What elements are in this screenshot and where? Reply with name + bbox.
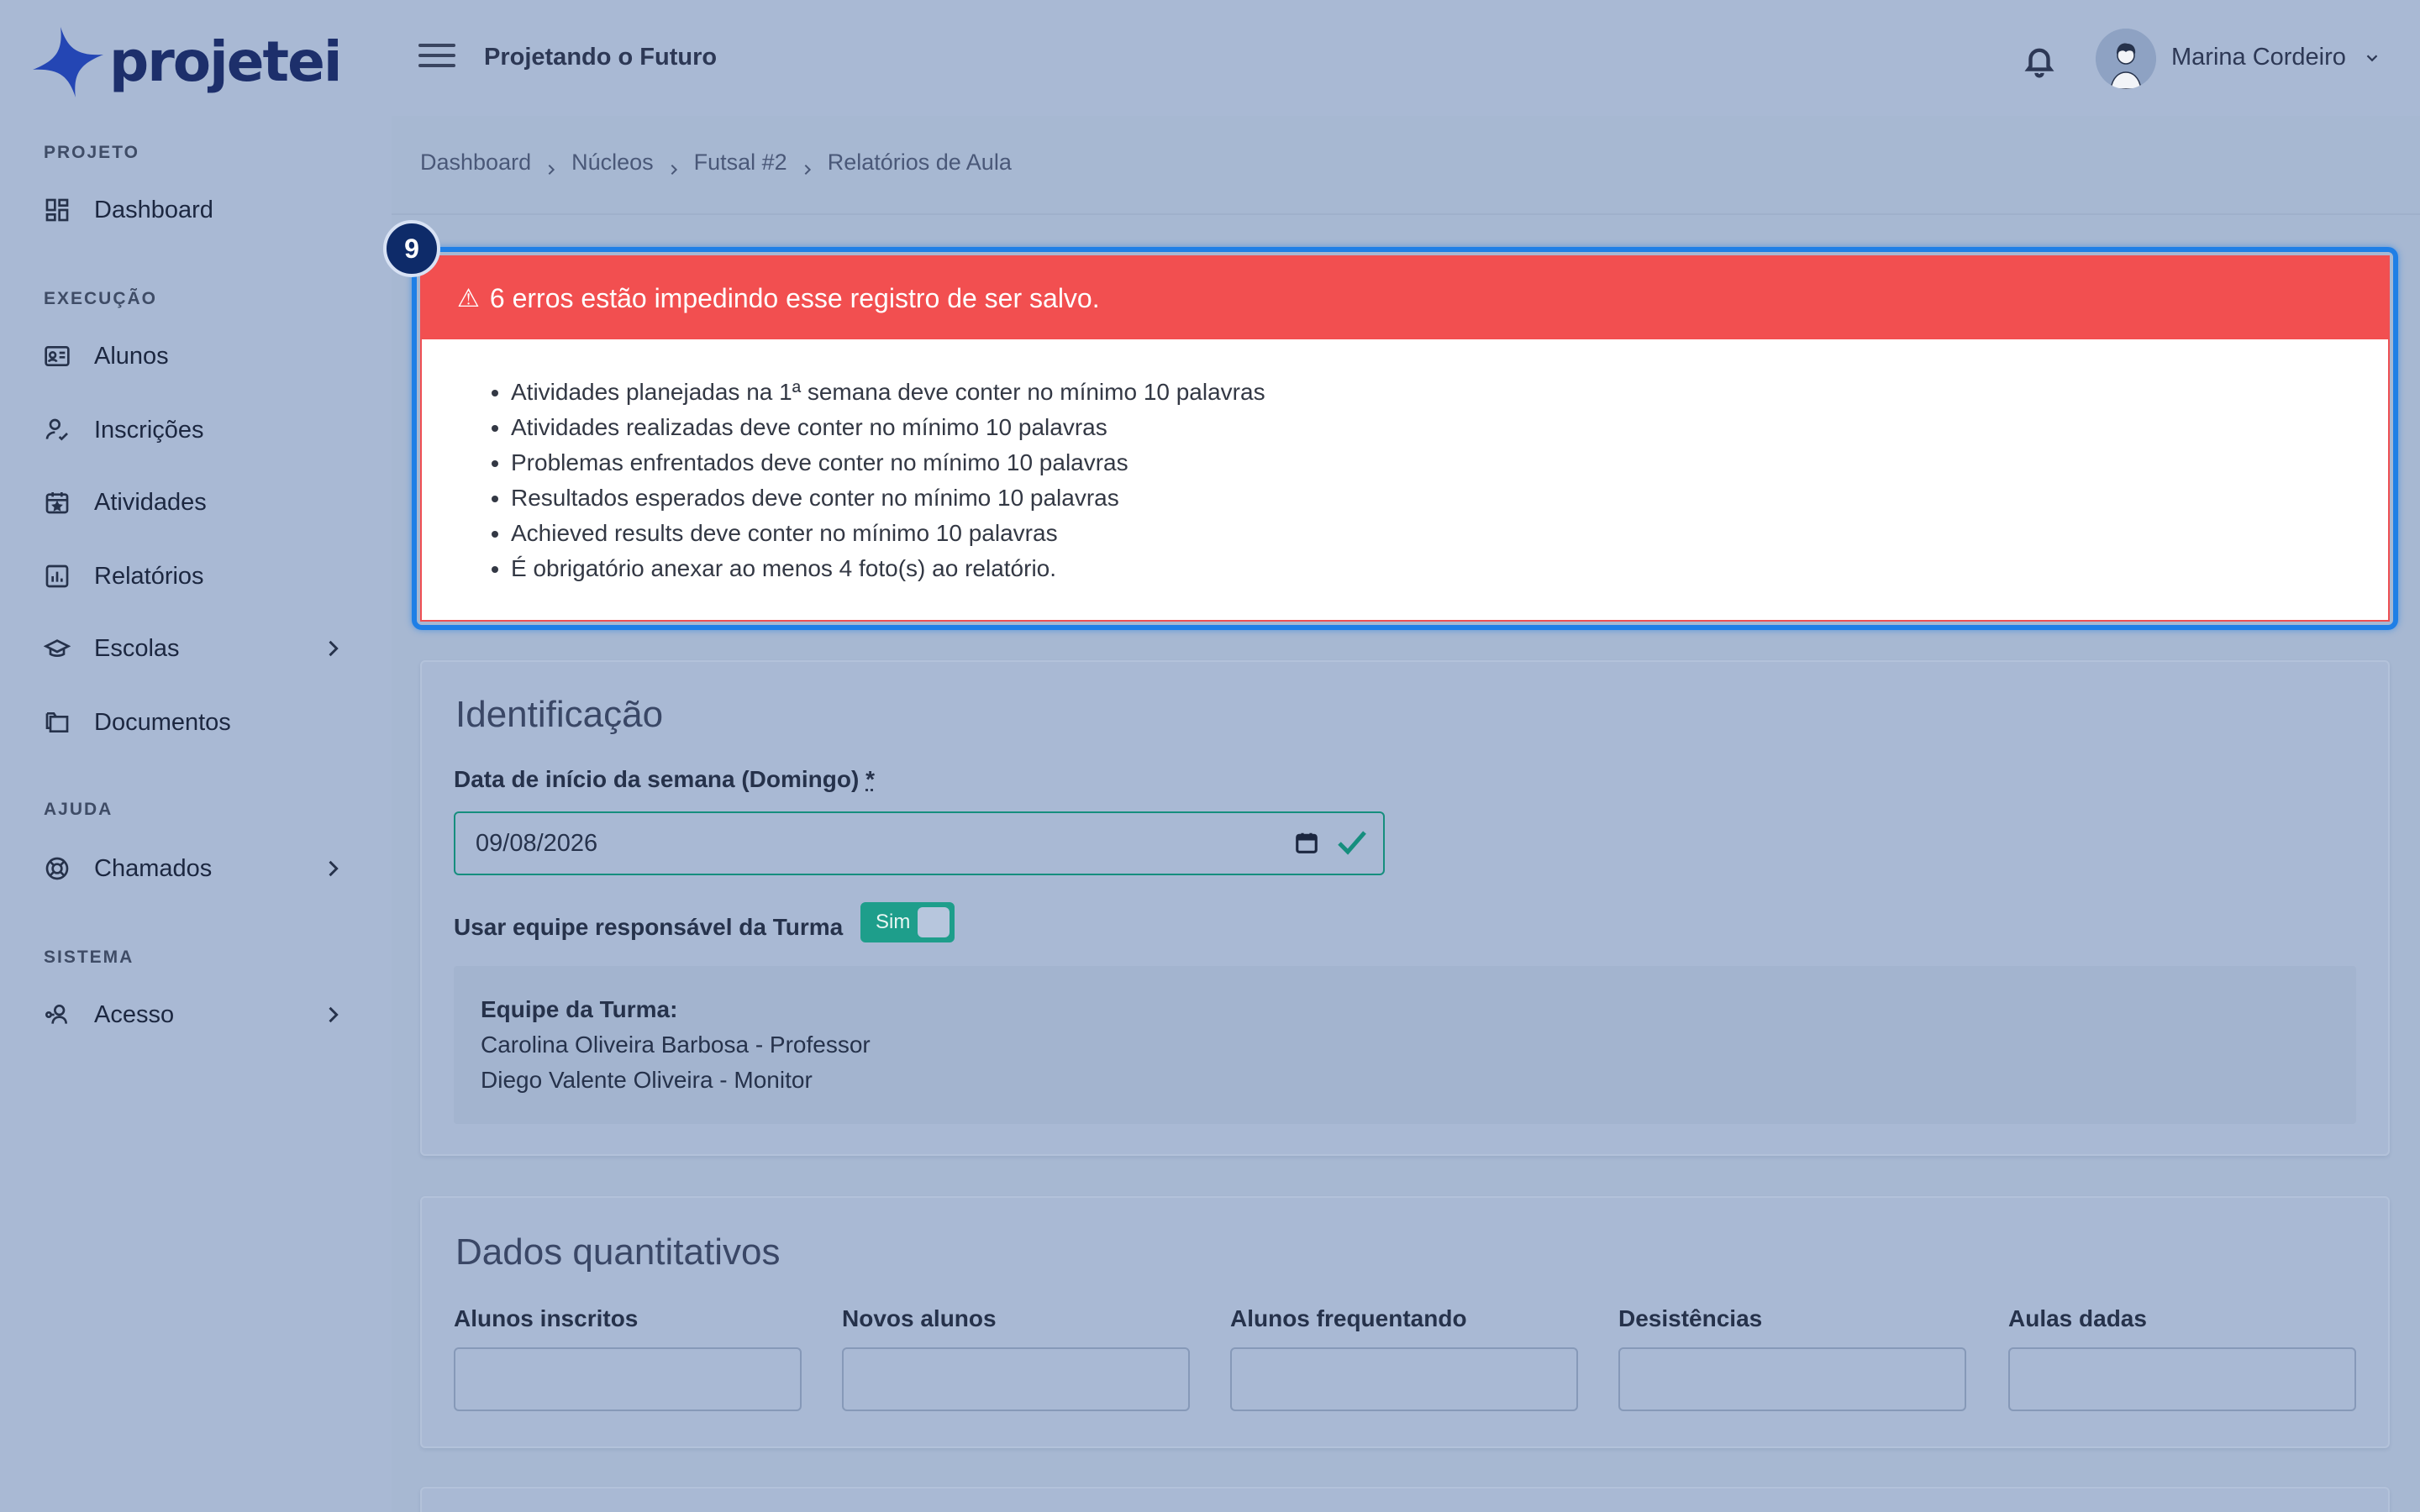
- required-mark: *: [865, 766, 875, 792]
- section-ajuda: AJUDA: [44, 800, 113, 819]
- chevron-right-icon: [321, 1003, 345, 1026]
- brand-name: projetei: [109, 29, 342, 94]
- user-name[interactable]: Marina Cordeiro: [2171, 44, 2346, 71]
- aulas-dadas-input[interactable]: [2008, 1347, 2356, 1411]
- qty-label: Novos alunos: [842, 1305, 997, 1331]
- breadcrumb: Dashboard Núcleos Futsal #2 Relatórios d…: [420, 150, 1012, 176]
- team-member: Diego Valente Oliveira - Monitor: [481, 1067, 813, 1093]
- sidebar-item-label: Dashboard: [94, 196, 213, 223]
- chevron-right-icon: [801, 156, 814, 175]
- step-badge: 9: [383, 220, 440, 277]
- sidebar-item-label: Relatórios: [94, 562, 204, 590]
- menu-toggle-icon[interactable]: [418, 44, 455, 77]
- team-title: Equipe da Turma:: [481, 996, 678, 1022]
- lifebuoy-icon: [42, 853, 72, 884]
- error-item: Problemas enfrentados deve conter no mín…: [511, 445, 2388, 480]
- chevron-right-icon: [321, 857, 345, 880]
- alunos-inscritos-input[interactable]: [454, 1347, 802, 1411]
- breadcrumb-current: Relatórios de Aula: [827, 150, 1012, 175]
- qty-label: Aulas dadas: [2008, 1305, 2147, 1331]
- user-key-icon: [42, 1000, 72, 1030]
- error-item: Atividades planejadas na 1ª semana deve …: [511, 375, 2388, 410]
- check-icon: [1336, 828, 1368, 857]
- star-logo-icon: [32, 26, 104, 98]
- warning-icon: ⚠: [457, 284, 480, 312]
- sidebar-item-acesso[interactable]: Acesso: [42, 990, 345, 1040]
- qty-label: Alunos inscritos: [454, 1305, 639, 1331]
- chevron-right-icon: [667, 156, 681, 175]
- id-card-icon: [42, 341, 72, 371]
- team-toggle[interactable]: Sim: [860, 902, 955, 942]
- sidebar-item-documentos[interactable]: Documentos: [42, 697, 345, 748]
- dashboard-icon: [42, 195, 72, 225]
- sidebar-item-label: Chamados: [94, 854, 213, 882]
- date-label: Data de início da semana (Domingo) *: [454, 766, 875, 793]
- sidebar-item-label: Atividades: [94, 488, 207, 516]
- sidebar-item-atividades[interactable]: Atividades: [42, 477, 345, 528]
- chevron-right-icon: [321, 637, 345, 660]
- sidebar-item-inscricoes[interactable]: Inscrições: [42, 405, 345, 455]
- toggle-knob: [918, 907, 950, 937]
- date-label-text: Data de início da semana (Domingo): [454, 766, 860, 792]
- bar-chart-icon: [42, 561, 72, 591]
- calendar-icon[interactable]: [1294, 830, 1319, 855]
- section-projeto: PROJETO: [44, 143, 139, 162]
- error-header: ⚠ 6 erros estão impedindo esse registro …: [422, 257, 2388, 339]
- sidebar-item-chamados[interactable]: Chamados: [42, 843, 345, 894]
- breadcrumb-item[interactable]: Núcleos: [571, 150, 654, 176]
- avatar[interactable]: [2096, 29, 2156, 89]
- error-item: É obrigatório anexar ao menos 4 foto(s) …: [511, 551, 2388, 586]
- sidebar-item-alunos[interactable]: Alunos: [42, 331, 345, 381]
- section-execucao: EXECUÇÃO: [44, 289, 158, 308]
- sidebar-item-label: Acesso: [94, 1000, 175, 1028]
- sidebar-item-label: Inscrições: [94, 416, 204, 444]
- user-check-icon: [42, 415, 72, 445]
- error-list: Atividades planejadas na 1ª semana deve …: [422, 339, 2388, 586]
- sidebar-item-label: Alunos: [94, 342, 169, 370]
- sidebar: projetei PROJETO Dashboard EXECUÇÃO Alun…: [0, 0, 392, 1512]
- qty-label: Alunos frequentando: [1230, 1305, 1467, 1331]
- error-panel: ⚠ 6 erros estão impedindo esse registro …: [420, 255, 2390, 622]
- sidebar-item-escolas[interactable]: Escolas: [42, 623, 345, 674]
- novos-alunos-input[interactable]: [842, 1347, 1190, 1411]
- sidebar-item-label: Escolas: [94, 634, 180, 662]
- sidebar-item-dashboard[interactable]: Dashboard: [42, 185, 345, 235]
- toggle-label: Usar equipe responsável da Turma: [454, 914, 844, 940]
- calendar-star-icon: [42, 487, 72, 517]
- date-input[interactable]: 09/08/2026: [454, 811, 1385, 875]
- section-title-quantitativos: Dados quantitativos: [455, 1231, 781, 1273]
- next-card: [420, 1487, 2390, 1512]
- sidebar-item-label: Documentos: [94, 708, 231, 736]
- team-box: Equipe da Turma: Carolina Oliveira Barbo…: [454, 966, 2356, 1124]
- graduation-cap-icon: [42, 633, 72, 664]
- section-sistema: SISTEMA: [44, 948, 134, 967]
- folders-icon: [42, 707, 72, 738]
- error-item: Resultados esperados deve conter no míni…: [511, 480, 2388, 516]
- sidebar-item-relatorios[interactable]: Relatórios: [42, 551, 345, 601]
- team-member: Carolina Oliveira Barbosa - Professor: [481, 1032, 871, 1058]
- error-title: 6 erros estão impedindo esse registro de…: [489, 282, 1100, 313]
- chevron-down-icon[interactable]: [2363, 49, 2381, 67]
- logo[interactable]: projetei: [30, 22, 342, 102]
- desistencias-input[interactable]: [1618, 1347, 1966, 1411]
- project-name: Projetando o Futuro: [484, 44, 718, 71]
- error-item: Achieved results deve conter no mínimo 1…: [511, 516, 2388, 551]
- bell-icon[interactable]: [2022, 42, 2057, 79]
- qty-label: Desistências: [1618, 1305, 1763, 1331]
- error-item: Atividades realizadas deve conter no mín…: [511, 410, 2388, 445]
- chevron-right-icon: [544, 156, 558, 175]
- date-value: 09/08/2026: [476, 829, 598, 857]
- alunos-frequentando-input[interactable]: [1230, 1347, 1578, 1411]
- breadcrumb-item[interactable]: Dashboard: [420, 150, 531, 176]
- section-title-identificacao: Identificação: [455, 694, 664, 735]
- breadcrumb-item[interactable]: Futsal #2: [694, 150, 787, 176]
- toggle-text: Sim: [876, 911, 911, 933]
